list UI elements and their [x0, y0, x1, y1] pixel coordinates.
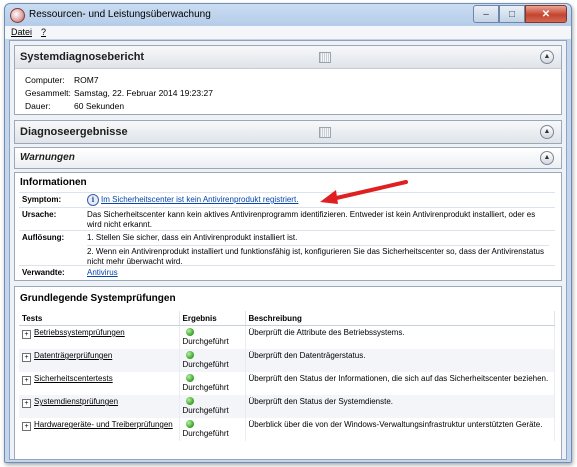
- info-title: Informationen: [20, 177, 87, 188]
- minimize-button[interactable]: –: [473, 5, 499, 23]
- table-row: + Hardwaregeräte- und Treiberprüfungen Du…: [19, 418, 555, 441]
- title-bar[interactable]: Ressourcen- und Leistungsüberwachung – □…: [5, 4, 571, 26]
- section-report: Systemdiagnosebericht ▲ Computer: ROM7 G…: [14, 45, 562, 115]
- table-row: + Datenträgerprüfungen Durchgeführt Überp…: [19, 349, 555, 372]
- test-name[interactable]: Betriebssystemprüfungen: [34, 328, 125, 337]
- test-name[interactable]: Datenträgerprüfungen: [34, 351, 112, 360]
- result-text: Durchgeführt: [182, 406, 229, 415]
- section-results: Diagnoseergebnisse ▲: [14, 120, 562, 144]
- section-header[interactable]: Warnungen ▲: [15, 148, 561, 168]
- table-row: + Systemdienstprüfungen Durchgeführt Über…: [19, 395, 555, 418]
- collapse-icon[interactable]: ▲: [540, 151, 554, 165]
- column-header-tests[interactable]: Tests: [19, 311, 180, 326]
- section-warnings: Warnungen ▲: [14, 147, 562, 169]
- expand-icon[interactable]: +: [22, 353, 31, 362]
- window-title: Ressourcen- und Leistungsüberwachung: [29, 9, 211, 20]
- checks-table: Tests Ergebnis Beschreibung + Betriebssys…: [19, 311, 555, 441]
- grip-icon: [319, 127, 331, 138]
- expand-icon[interactable]: +: [22, 330, 31, 339]
- result-text: Durchgeführt: [182, 429, 229, 438]
- description-text: Überprüft den Datenträgerstatus.: [245, 349, 555, 372]
- info-icon: i: [87, 194, 99, 206]
- success-icon: [185, 328, 194, 336]
- menu-bar: Datei ?: [5, 26, 571, 40]
- info-row-symptom: Symptom: i Im Sicherheitscenter ist kein…: [19, 192, 555, 207]
- result-text: Durchgeführt: [182, 337, 229, 346]
- table-row: + Betriebssystemprüfungen Durchgeführt Üb…: [19, 325, 555, 349]
- table-row: + Sicherheitscentertests Durchgeführt Übe…: [19, 372, 555, 395]
- test-name[interactable]: Sicherheitscentertests: [34, 374, 113, 383]
- description-text: Überblick über die von der Windows-Verwa…: [245, 418, 555, 441]
- section-title: Systemdiagnosebericht: [20, 51, 145, 63]
- success-icon: [185, 420, 194, 428]
- info-row-cause: Ursache: Das Sicherheitscenter kann kein…: [19, 207, 555, 230]
- section-information: Informationen Symptom: i Im Sicherheitsc…: [14, 172, 562, 281]
- column-header-result[interactable]: Ergebnis: [179, 311, 246, 326]
- info-row-resolution: Auflösung: 1. Stellen Sie sicher, dass e…: [19, 230, 555, 266]
- section-header[interactable]: Diagnoseergebnisse ▲: [15, 121, 561, 143]
- info-row-related: Verwandte: Antivirus: [19, 265, 555, 280]
- related-link[interactable]: Antivirus: [87, 268, 549, 278]
- checks-title: Grundlegende Systemprüfungen: [20, 293, 176, 304]
- expand-icon[interactable]: +: [22, 399, 31, 408]
- expand-icon[interactable]: +: [22, 376, 31, 385]
- collapse-icon[interactable]: ▲: [540, 50, 554, 64]
- success-icon: [185, 351, 194, 359]
- grip-icon: [319, 52, 331, 63]
- annotation-arrow-icon: [320, 180, 408, 204]
- window-controls: – □ ✕: [473, 5, 567, 23]
- column-header-description[interactable]: Beschreibung: [245, 311, 555, 326]
- test-name[interactable]: Hardwaregeräte- und Treiberprüfungen: [34, 420, 173, 429]
- expand-icon[interactable]: +: [22, 422, 31, 431]
- table-header-row: Tests Ergebnis Beschreibung: [19, 311, 555, 326]
- section-header[interactable]: Systemdiagnosebericht ▲: [15, 46, 561, 69]
- menu-help[interactable]: ?: [41, 27, 46, 37]
- description-text: Überprüft den Status der Informationen, …: [245, 372, 555, 395]
- collapse-icon[interactable]: ▲: [540, 125, 554, 139]
- result-text: Durchgeführt: [182, 383, 229, 392]
- description-text: Überprüft den Status der Systemdienste.: [245, 395, 555, 418]
- maximize-button[interactable]: □: [499, 5, 525, 23]
- app-icon: [10, 8, 25, 23]
- menu-datei[interactable]: Datei: [11, 27, 32, 37]
- success-icon: [185, 374, 194, 382]
- test-name[interactable]: Systemdienstprüfungen: [34, 397, 118, 406]
- report-content: Systemdiagnosebericht ▲ Computer: ROM7 G…: [9, 40, 567, 460]
- section-title: Warnungen: [20, 152, 75, 163]
- section-title: Diagnoseergebnisse: [20, 126, 128, 138]
- main-window: Ressourcen- und Leistungsüberwachung – □…: [4, 3, 572, 463]
- description-text: Überprüft die Attribute des Betriebssyst…: [245, 325, 555, 349]
- success-icon: [185, 397, 194, 405]
- close-button[interactable]: ✕: [525, 5, 567, 23]
- result-text: Durchgeführt: [182, 360, 229, 369]
- section-checks: Grundlegende Systemprüfungen Tests Ergeb…: [14, 286, 562, 459]
